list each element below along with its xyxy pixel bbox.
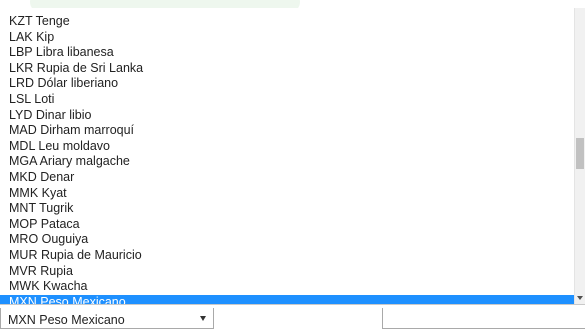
currency-option[interactable]: MOP Pataca bbox=[0, 217, 574, 233]
currency-option[interactable]: LKR Rupia de Sri Lanka bbox=[0, 61, 574, 77]
dropdown-scrollbar[interactable] bbox=[574, 8, 585, 304]
currency-option[interactable]: MWK Kwacha bbox=[0, 279, 574, 295]
scrollbar-thumb[interactable] bbox=[576, 138, 584, 169]
currency-select[interactable]: MXN Peso Mexicano bbox=[0, 308, 214, 329]
currency-option[interactable]: MAD Dirham marroquí bbox=[0, 123, 574, 139]
currency-option[interactable]: MDL Leu moldavo bbox=[0, 139, 574, 155]
currency-select-value: MXN Peso Mexicano bbox=[8, 313, 125, 327]
amount-input[interactable] bbox=[382, 308, 585, 329]
currency-converter-panel: KZT Tenge LAK Kip LBP Libra libanesa LKR Ru… bbox=[0, 0, 585, 329]
currency-option[interactable]: MRO Ouguiya bbox=[0, 232, 574, 248]
currency-option-list: KZT Tenge LAK Kip LBP Libra libanesa LKR Ru… bbox=[0, 14, 574, 304]
currency-option[interactable]: MVR Rupia bbox=[0, 264, 574, 280]
currency-option-selected[interactable]: MXN Peso Mexicano bbox=[0, 294, 574, 304]
currency-option[interactable]: KZT Tenge bbox=[0, 14, 574, 30]
currency-option[interactable]: LYD Dinar libio bbox=[0, 108, 574, 124]
currency-option[interactable]: MUR Rupia de Mauricio bbox=[0, 248, 574, 264]
currency-option[interactable]: LRD Dólar liberiano bbox=[0, 76, 574, 92]
currency-option[interactable]: MNT Tugrik bbox=[0, 201, 574, 217]
currency-option[interactable]: LAK Kip bbox=[0, 30, 574, 46]
currency-option[interactable]: LBP Libra libanesa bbox=[0, 45, 574, 61]
caret-down-icon[interactable] bbox=[200, 316, 206, 321]
currency-dropdown-list[interactable]: KZT Tenge LAK Kip LBP Libra libanesa LKR Ru… bbox=[0, 8, 585, 305]
currency-option[interactable]: MKD Denar bbox=[0, 170, 574, 186]
currency-option[interactable]: LSL Loti bbox=[0, 92, 574, 108]
currency-option[interactable]: MGA Ariary malgache bbox=[0, 154, 574, 170]
currency-option[interactable]: MMK Kyat bbox=[0, 186, 574, 202]
scroll-down-arrow-icon[interactable] bbox=[577, 296, 583, 300]
